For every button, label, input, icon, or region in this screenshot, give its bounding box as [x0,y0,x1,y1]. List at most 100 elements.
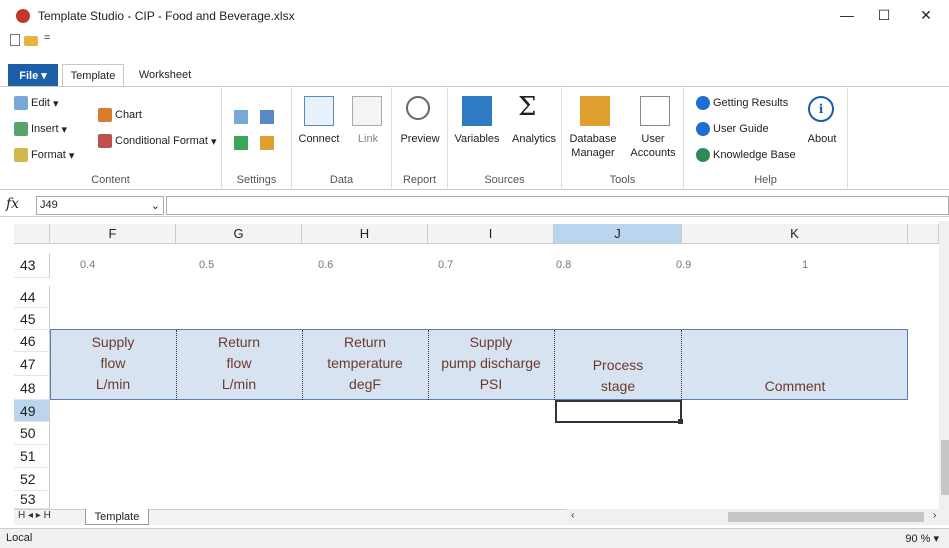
row-header-44[interactable]: 44 [14,286,50,308]
conditional-format-button[interactable]: Conditional Format ▾ [98,134,216,148]
connect-button[interactable]: Connect [296,132,342,146]
group-label-help: Help [754,174,777,186]
sheet-tab-template[interactable]: Template [85,509,149,525]
zoom-level[interactable]: 90 % ▾ [905,532,939,545]
link-button[interactable]: Link [348,132,388,146]
link-icon [352,96,382,126]
column-header-j[interactable]: J [554,224,682,244]
formula-input[interactable] [166,196,949,215]
row-header-53[interactable]: 53 [14,491,50,509]
quick-access-toolbar: = [0,30,949,56]
cell-g43[interactable]: 0.5 [199,259,214,271]
column-header-next[interactable] [908,224,939,244]
row-header-46[interactable]: 46 [14,330,50,352]
fx-icon: fx [6,196,20,212]
user-accounts-button[interactable]: User Accounts [624,132,682,160]
format-icon [14,148,28,162]
header-cell-j[interactable]: Process stage [554,355,682,397]
help-circle-icon [696,122,710,136]
variables-icon [462,96,492,126]
app-window: Template Studio - CIP - Food and Beverag… [0,0,949,548]
close-button[interactable]: ✕ [906,4,946,26]
group-label-data: Data [329,174,354,186]
window-title: Template Studio - CIP - Food and Beverag… [38,9,295,23]
format-button[interactable]: Format ▾ [14,148,74,162]
about-button[interactable]: About [800,132,844,146]
ribbon-group-data: Connect Link Data [292,86,392,190]
maximize-button[interactable]: ☐ [864,4,904,26]
insert-icon [14,122,28,136]
horizontal-scroll-thumb[interactable] [728,512,924,522]
scroll-right-icon[interactable]: › [933,510,936,521]
select-all-corner[interactable] [14,224,50,244]
cell-l43[interactable]: 1 [802,259,808,271]
getting-results-button[interactable]: Getting Results [696,96,788,110]
row-header-48[interactable]: 48 [14,376,50,400]
status-bar [0,528,949,548]
cell-f43[interactable]: 0.4 [80,259,95,271]
settings-table-icon[interactable] [260,110,274,124]
fill-handle[interactable] [678,419,683,424]
preview-button[interactable]: Preview [394,132,446,146]
analytics-sigma-icon: Σ [518,92,537,122]
row-header-47[interactable]: 47 [14,352,50,376]
cell-k43[interactable]: 0.9 [676,259,691,271]
insert-button[interactable]: Insert ▾ [14,122,67,136]
header-cell-h[interactable]: Return temperature degF [302,332,428,395]
sheet-nav-buttons[interactable]: H ◂ ▸ H [18,510,51,521]
ribbon-group-help: Getting Results User Guide Knowledge Bas… [684,86,848,190]
column-header-g[interactable]: G [176,224,302,244]
ribbon-group-report: Preview Report [392,86,448,190]
name-box[interactable]: J49 ⌄ [36,196,164,215]
settings-edit-icon[interactable] [234,110,248,124]
file-tab[interactable]: File ▾ [8,64,58,86]
connect-icon [304,96,334,126]
column-header-f[interactable]: F [50,224,176,244]
edit-button[interactable]: Edit ▾ [14,96,59,110]
header-cell-f[interactable]: Supply flow L/min [50,332,176,395]
variables-button[interactable]: Variables [450,132,504,146]
globe-icon [696,148,710,162]
scroll-left-icon[interactable]: ‹ [571,510,574,521]
active-cell-j49[interactable] [555,400,682,423]
row-header-51[interactable]: 51 [14,445,50,468]
preview-magnifier-icon [406,96,430,120]
minimize-button[interactable]: — [827,4,867,26]
app-logo-icon [16,9,30,23]
edit-icon [14,96,28,110]
qat-customize-dropdown[interactable]: = [44,32,50,44]
tab-worksheet[interactable]: Worksheet [130,64,200,86]
ribbon-group-settings: Settings [222,86,292,190]
chart-button[interactable]: Chart [98,108,142,122]
row-header-45[interactable]: 45 [14,308,50,330]
header-cell-g[interactable]: Return flow L/min [176,332,302,395]
database-manager-icon [580,96,610,126]
help-circle-icon [696,96,710,110]
new-file-icon[interactable] [10,34,20,46]
open-folder-icon[interactable] [24,36,38,46]
chevron-down-icon[interactable]: ⌄ [151,199,160,212]
vertical-scroll-thumb[interactable] [941,440,949,495]
column-header-h[interactable]: H [302,224,428,244]
ribbon-group-content: Edit ▾ Insert ▾ Format ▾ Chart Conditional … [0,86,222,190]
conditional-format-icon [98,134,112,148]
header-cell-i[interactable]: Supply pump discharge PSI [426,332,556,395]
cell-h43[interactable]: 0.6 [318,259,333,271]
row-header-43[interactable]: 43 [14,253,50,278]
settings-users-icon[interactable] [260,136,274,150]
knowledge-base-button[interactable]: Knowledge Base [696,148,796,162]
row-header-49[interactable]: 49 [14,400,50,422]
column-header-k[interactable]: K [682,224,908,244]
row-header-50[interactable]: 50 [14,422,50,445]
database-manager-button[interactable]: Database Manager [564,132,622,160]
cell-i43[interactable]: 0.7 [438,259,453,271]
analytics-button[interactable]: Analytics [508,132,560,146]
group-label-sources: Sources [484,174,525,186]
user-guide-button[interactable]: User Guide [696,122,769,136]
row-header-52[interactable]: 52 [14,468,50,491]
cell-j43[interactable]: 0.8 [556,259,571,271]
settings-sheet-icon[interactable] [234,136,248,150]
column-header-i[interactable]: I [428,224,554,244]
header-cell-k[interactable]: Comment [682,376,908,397]
tab-template[interactable]: Template [62,64,124,86]
